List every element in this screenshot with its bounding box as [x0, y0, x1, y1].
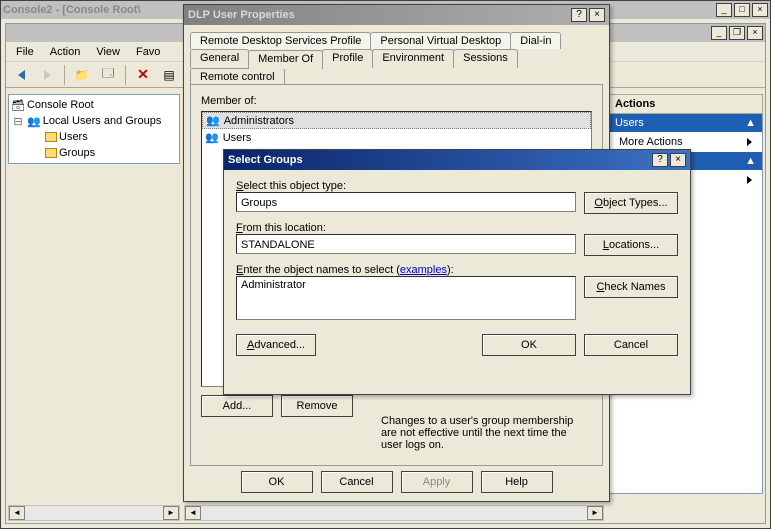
examples-link[interactable]: examples — [400, 264, 447, 276]
list-item[interactable]: Users — [202, 129, 591, 146]
props-help-button[interactable]: ? — [571, 8, 587, 22]
tree-node-groups[interactable]: Groups — [11, 145, 177, 161]
users-groups-icon — [27, 115, 41, 128]
group-icon — [205, 131, 219, 144]
cancel-button[interactable]: Cancel — [321, 471, 393, 493]
object-names-input[interactable] — [236, 276, 576, 320]
check-names-button[interactable]: Check Names — [584, 276, 678, 298]
ok-button[interactable]: OK — [241, 471, 313, 493]
scroll-left-icon[interactable]: ◄ — [185, 506, 201, 520]
folder-icon — [45, 132, 57, 142]
ok-button[interactable]: OK — [482, 334, 576, 356]
location-input[interactable]: STANDALONE — [236, 234, 576, 254]
tab-virtual-desktop[interactable]: Personal Virtual Desktop — [370, 32, 511, 49]
tab-remote-ctrl[interactable]: Remote control — [190, 68, 285, 85]
object-types-button[interactable]: Object Types... — [584, 192, 678, 214]
list-item-label: Administrators — [224, 115, 294, 127]
locations-button[interactable]: Locations... — [584, 234, 678, 256]
tree-label: Users — [59, 131, 88, 143]
object-names-label: Enter the object names to select (exampl… — [236, 264, 678, 276]
mdi-close-button[interactable]: × — [747, 26, 763, 40]
mdi-restore-button[interactable]: ❐ — [729, 26, 745, 40]
remove-button[interactable]: Remove — [281, 395, 353, 417]
mdi-minimize-button[interactable]: _ — [711, 26, 727, 40]
tab-profile[interactable]: Profile — [322, 49, 373, 68]
add-button[interactable]: Add... — [201, 395, 273, 417]
tab-environment[interactable]: Environment — [372, 49, 454, 68]
menu-favorites[interactable]: Favo — [128, 44, 168, 60]
tree-label: Groups — [59, 147, 95, 159]
menu-view[interactable]: View — [88, 44, 128, 60]
up-folder-icon[interactable] — [71, 64, 93, 86]
scroll-right-icon[interactable]: ► — [587, 506, 603, 520]
scroll-right-icon[interactable]: ► — [163, 506, 179, 520]
actions-header: Actions — [608, 94, 763, 114]
show-console-icon[interactable] — [97, 64, 119, 86]
object-type-label: Select this object type: — [236, 180, 678, 192]
delete-icon[interactable]: ✕ — [132, 64, 154, 86]
help-button[interactable]: Help — [481, 471, 553, 493]
props-close-button[interactable]: × — [589, 8, 605, 22]
tree-pane[interactable]: Console Root ⊟ Local Users and Groups Us… — [8, 94, 180, 164]
selgrp-close-button[interactable]: × — [670, 153, 686, 167]
close-button[interactable]: × — [752, 3, 768, 17]
toolbar-separator — [125, 65, 126, 85]
list-item[interactable]: Administrators — [202, 112, 591, 129]
actions-section-label: Users — [615, 117, 644, 129]
tree-hscrollbar[interactable]: ◄ ► — [8, 505, 180, 521]
forward-button[interactable] — [36, 64, 58, 86]
cancel-button[interactable]: Cancel — [584, 334, 678, 356]
minimize-button[interactable]: _ — [716, 3, 732, 17]
advanced-button[interactable]: Advanced... — [236, 334, 316, 356]
collapse-icon[interactable]: ⊟ — [11, 115, 25, 128]
tab-general[interactable]: General — [190, 49, 249, 68]
props-title-text: DLP User Properties — [188, 9, 569, 21]
membership-hint: Changes to a user's group membership are… — [381, 415, 591, 451]
menu-action[interactable]: Action — [42, 44, 89, 60]
scroll-left-icon[interactable]: ◄ — [9, 506, 25, 520]
member-of-label: Member of: — [201, 95, 592, 107]
properties-icon[interactable] — [158, 64, 180, 86]
selgrp-title-text: Select Groups — [228, 154, 650, 166]
props-titlebar[interactable]: DLP User Properties ? × — [184, 5, 609, 25]
tab-dialin[interactable]: Dial-in — [510, 32, 561, 49]
location-label: From this location: — [236, 222, 678, 234]
chevron-right-icon — [747, 138, 752, 146]
select-groups-dialog: Select Groups ? × Select this object typ… — [223, 149, 691, 395]
back-button[interactable] — [10, 64, 32, 86]
tree-root[interactable]: Console Root — [11, 97, 177, 113]
actions-item-label: More Actions — [619, 136, 683, 148]
tree-node-local-users[interactable]: ⊟ Local Users and Groups — [11, 113, 177, 129]
tab-rds-profile[interactable]: Remote Desktop Services Profile — [190, 32, 371, 49]
maximize-button[interactable]: □ — [734, 3, 750, 17]
tab-sessions[interactable]: Sessions — [453, 49, 518, 68]
object-type-input[interactable]: Groups — [236, 192, 576, 212]
tree-node-users[interactable]: Users — [11, 129, 177, 145]
list-item-label: Users — [223, 132, 252, 144]
toolbar-separator — [64, 65, 65, 85]
folder-icon — [45, 148, 57, 158]
chevron-right-icon — [747, 176, 752, 184]
selgrp-titlebar[interactable]: Select Groups ? × — [224, 150, 690, 170]
actions-section-users[interactable]: Users ▲ — [609, 114, 762, 132]
selgrp-help-button[interactable]: ? — [652, 153, 668, 167]
group-icon — [206, 114, 220, 127]
menu-file[interactable]: File — [8, 44, 42, 60]
center-hscrollbar[interactable]: ◄ ► — [184, 505, 604, 521]
console-root-icon — [11, 99, 25, 112]
apply-button[interactable]: Apply — [401, 471, 473, 493]
tree-label: Local Users and Groups — [43, 115, 162, 127]
tree-label: Console Root — [27, 99, 94, 111]
tab-member-of[interactable]: Member Of — [248, 50, 323, 69]
